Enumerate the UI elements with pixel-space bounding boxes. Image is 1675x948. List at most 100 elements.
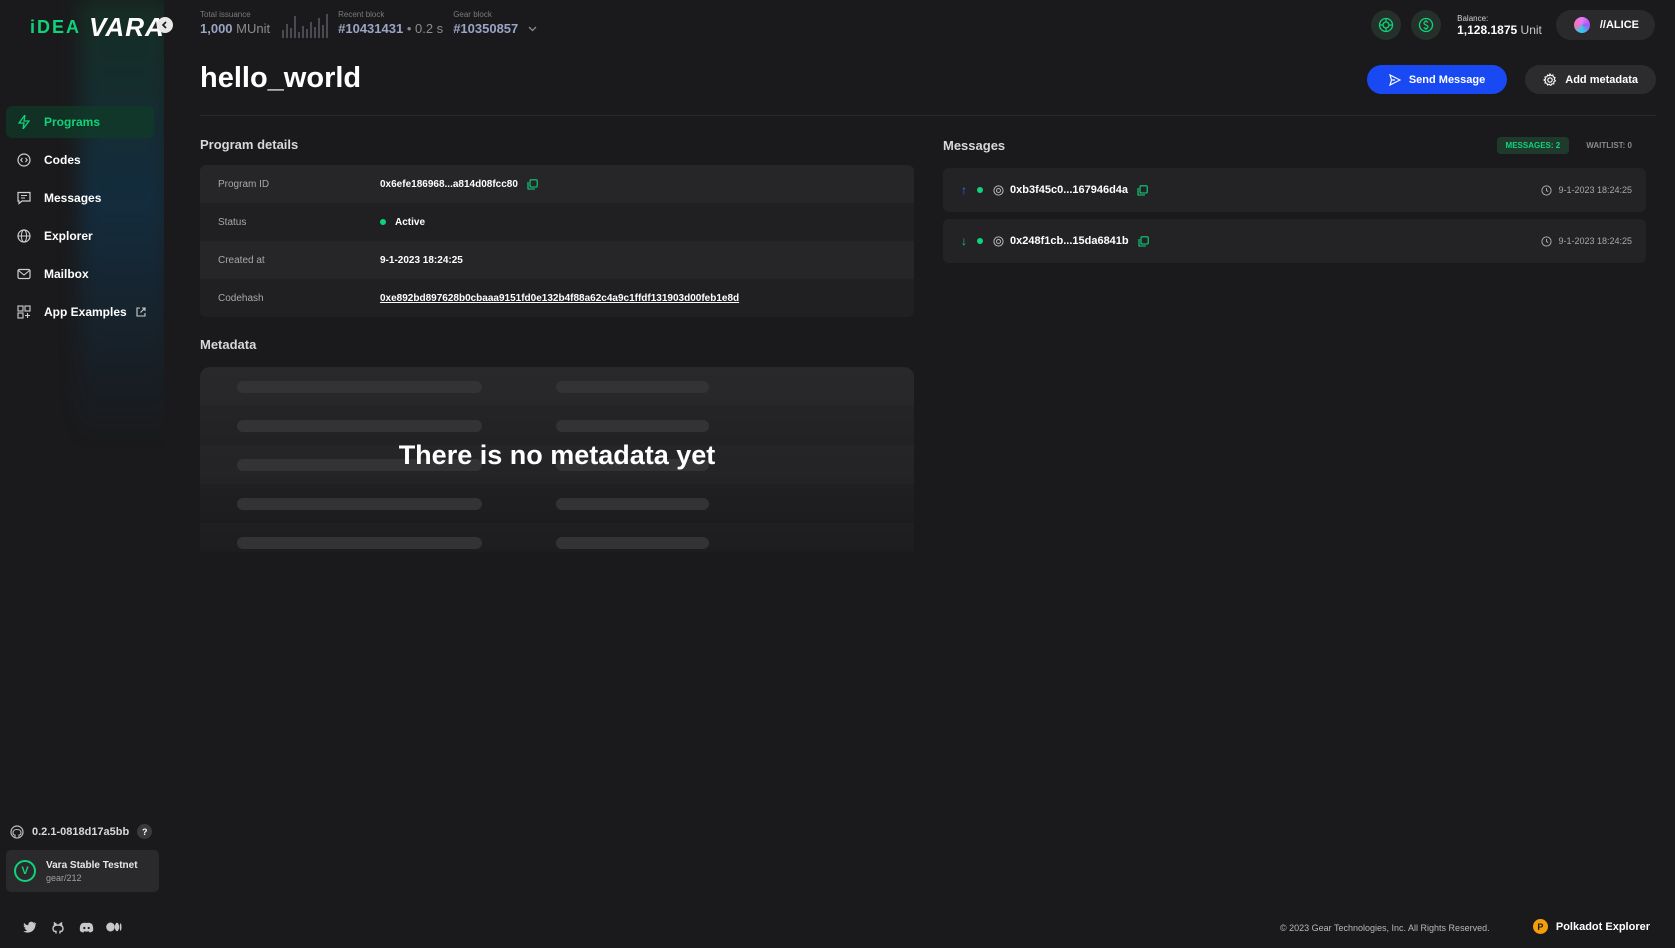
sidebar-item-codes[interactable]: Codes <box>6 144 154 176</box>
recent-block-label: Recent block <box>338 10 385 19</box>
copy-icon[interactable] <box>1137 184 1148 196</box>
program-details-title: Program details <box>200 137 299 152</box>
message-time: 9-1-2023 18:24:25 <box>1541 235 1632 247</box>
account-button[interactable]: //ALICE <box>1555 10 1655 40</box>
message-type-icon <box>993 235 1004 247</box>
gear-block-label: Gear block <box>453 10 492 19</box>
block-time: • 0.2 s <box>406 21 444 36</box>
message-counters: MESSAGES: 2 WAITLIST: 0 <box>1496 137 1641 154</box>
detail-label: Program ID <box>218 178 270 190</box>
program-details-table: Program ID 0x6efe186968...a814d08fcc80 S… <box>200 165 914 317</box>
sidebar-item-label: Mailbox <box>44 267 89 281</box>
get-balance-button[interactable] <box>1411 10 1442 40</box>
detail-label: Status <box>218 216 247 228</box>
message-timestamp: 9-1-2023 18:24:25 <box>1558 236 1632 246</box>
status-dot <box>380 219 386 225</box>
footer-copyright: © 2023 Gear Technologies, Inc. All Right… <box>1280 923 1490 933</box>
program-id-value: 0x6efe186968...a814d08fcc80 <box>380 178 518 190</box>
gear-icon <box>1543 72 1557 86</box>
metadata-placeholder: There is no metadata yet <box>200 367 914 552</box>
sidebar-item-label: App Examples <box>44 305 127 319</box>
block-time-bars <box>282 14 329 38</box>
copy-icon[interactable] <box>1138 235 1149 247</box>
recent-block-value: #10431431 <box>338 21 404 36</box>
recent-block: Recent block #10431431 • 0.2 s <box>338 10 443 36</box>
messages-list: ↑ 0xb3f45c0...167946d4a 9-1-2023 18:24:2… <box>943 168 1646 270</box>
external-link-icon <box>136 307 146 317</box>
balance: Balance: 1,128.1875 Unit <box>1457 14 1542 37</box>
skeleton-row <box>200 523 914 552</box>
sidebar-item-label: Explorer <box>44 229 93 243</box>
sidebar: iDEA VARA Programs Codes Messages Explor… <box>0 0 164 948</box>
sidebar-item-mailbox[interactable]: Mailbox <box>6 258 154 290</box>
message-status-dot <box>977 238 983 244</box>
medium-icon[interactable] <box>106 920 122 934</box>
send-icon <box>1388 73 1401 86</box>
version-info: 0.2.1-0818d17a5bb ? <box>10 824 153 839</box>
skeleton-row <box>200 484 914 523</box>
network-name: Vara Stable Testnet <box>46 859 138 871</box>
skeleton-row <box>200 367 914 406</box>
add-metadata-button[interactable]: Add metadata <box>1525 65 1656 94</box>
total-issuance-label: Total issuance <box>200 10 251 19</box>
avatar <box>1573 17 1590 33</box>
network-node: gear/212 <box>46 872 82 883</box>
sidebar-nav: Programs Codes Messages Explorer Mailbox <box>6 106 154 334</box>
version-text[interactable]: 0.2.1-0818d17a5bb <box>32 826 129 838</box>
logo-vara: VARA <box>89 12 164 42</box>
messages-count-badge[interactable]: MESSAGES: 2 <box>1496 137 1570 154</box>
arrow-down-icon: ↓ <box>961 234 967 248</box>
send-message-label: Send Message <box>1408 73 1486 86</box>
waitlist-count-badge[interactable]: WAITLIST: 0 <box>1577 137 1641 154</box>
collapse-sidebar-button[interactable] <box>157 17 173 33</box>
codehash-link[interactable]: 0xe892bd897628b0cbaaa9151fd0e132b4f88a62… <box>380 293 739 304</box>
detail-row-program-id: Program ID 0x6efe186968...a814d08fcc80 <box>200 165 914 203</box>
detail-row-codehash: Codehash 0xe892bd897628b0cbaaa9151fd0e13… <box>200 279 914 317</box>
logo[interactable]: iDEA VARA <box>30 12 164 43</box>
balance-unit: Unit <box>1520 22 1542 37</box>
detail-label: Codehash <box>218 292 264 304</box>
detail-row-created-at: Created at 9-1-2023 18:24:25 <box>200 241 914 279</box>
sidebar-item-app-examples[interactable]: App Examples <box>6 296 154 328</box>
chevron-left-icon <box>161 21 167 29</box>
discord-icon[interactable] <box>78 920 94 934</box>
sidebar-item-label: Codes <box>44 153 81 167</box>
sidebar-item-programs[interactable]: Programs <box>6 106 154 138</box>
network-switcher[interactable]: V Vara Stable Testnet gear/212 <box>6 850 159 892</box>
title-divider <box>200 115 1656 116</box>
created-at-value: 9-1-2023 18:24:25 <box>380 254 463 266</box>
help-icon[interactable]: ? <box>137 824 153 839</box>
polkadot-explorer-link[interactable]: P Polkadot Explorer <box>1532 919 1650 934</box>
arrow-up-icon: ↑ <box>961 183 967 197</box>
dollar-icon <box>1418 17 1434 33</box>
chevron-down-icon <box>528 26 537 31</box>
social-links <box>22 920 122 934</box>
copy-icon[interactable] <box>527 178 538 190</box>
github-icon <box>10 824 24 839</box>
globe-icon <box>16 228 32 244</box>
send-message-button[interactable]: Send Message <box>1366 65 1508 94</box>
sidebar-item-label: Messages <box>44 191 102 205</box>
node-status-button[interactable] <box>1371 10 1402 40</box>
twitter-icon[interactable] <box>22 920 38 934</box>
messages-title: Messages <box>943 138 1006 153</box>
message-id: 0xb3f45c0...167946d4a <box>1010 184 1129 196</box>
apps-icon <box>16 304 32 320</box>
mail-icon <box>16 266 32 282</box>
message-item[interactable]: ↑ 0xb3f45c0...167946d4a 9-1-2023 18:24:2… <box>943 168 1646 212</box>
message-time: 9-1-2023 18:24:25 <box>1541 184 1632 196</box>
sidebar-item-messages[interactable]: Messages <box>6 182 154 214</box>
sidebar-item-explorer[interactable]: Explorer <box>6 220 154 252</box>
clock-icon <box>1541 235 1553 247</box>
page-title: hello_world <box>200 62 362 94</box>
code-icon <box>16 152 32 168</box>
sidebar-item-label: Programs <box>44 115 101 129</box>
metadata-title: Metadata <box>200 337 257 352</box>
status-value: Active <box>395 216 426 228</box>
metadata-empty-message: There is no metadata yet <box>398 440 716 470</box>
github-social-icon[interactable] <box>50 920 66 934</box>
add-metadata-label: Add metadata <box>1565 73 1638 86</box>
gear-block[interactable]: Gear block #10350857 <box>453 10 537 36</box>
message-item[interactable]: ↓ 0x248f1cb...15da6841b 9-1-2023 18:24:2… <box>943 219 1646 263</box>
total-issuance-unit: MUnit <box>236 21 271 36</box>
